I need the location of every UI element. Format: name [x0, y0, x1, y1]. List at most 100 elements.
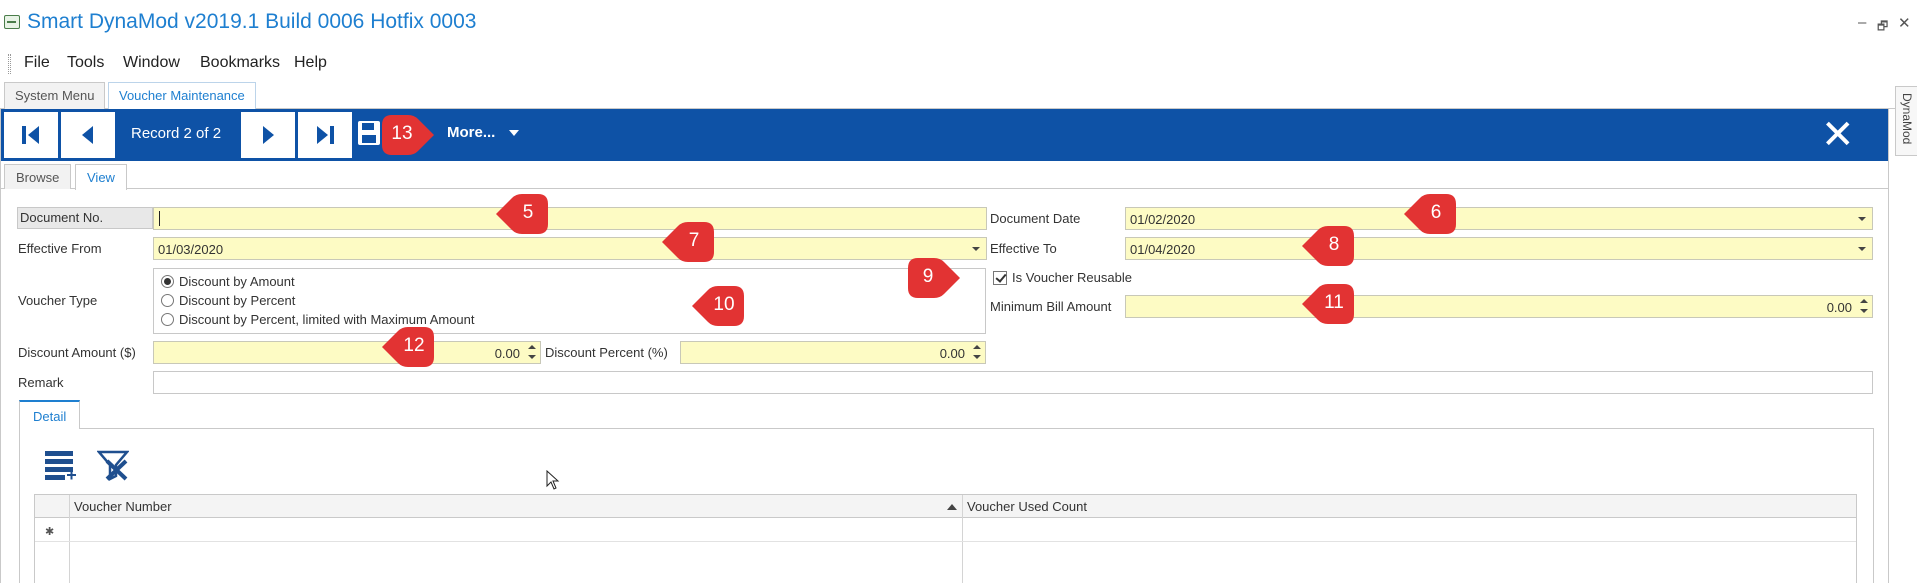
- callout-6: 6: [1402, 192, 1458, 236]
- sort-ascending-icon: [947, 504, 957, 510]
- radio-icon: [161, 294, 174, 307]
- first-record-icon: [22, 126, 39, 144]
- remark-label: Remark: [18, 375, 64, 390]
- tab-view[interactable]: View: [75, 164, 127, 190]
- save-button[interactable]: [357, 120, 381, 146]
- radio-label: Discount by Percent: [179, 293, 296, 308]
- chevron-down-icon[interactable]: [1858, 247, 1866, 251]
- checkbox-icon: [993, 270, 1007, 285]
- minimum-bill-amount-label: Minimum Bill Amount: [990, 299, 1112, 314]
- callout-number: 6: [1430, 202, 1442, 223]
- clear-filter-button[interactable]: [96, 449, 130, 482]
- discount-amount-label: Discount Amount ($): [18, 345, 136, 360]
- menu-window[interactable]: Window: [123, 54, 180, 72]
- side-panel-tab[interactable]: DynaMod: [1895, 86, 1917, 156]
- callout-8: 8: [1300, 224, 1356, 268]
- menu-file[interactable]: File: [24, 54, 50, 72]
- is-voucher-reusable-checkbox[interactable]: Is Voucher Reusable: [993, 270, 1132, 285]
- add-rows-icon: [45, 451, 76, 480]
- remark-field[interactable]: [153, 371, 1873, 394]
- discount-amount-value: 0.00: [494, 346, 520, 361]
- radio-icon: [161, 275, 174, 288]
- frame-left: [0, 108, 1, 583]
- new-row-indicator: ✱: [45, 526, 55, 538]
- next-record-icon: [263, 126, 274, 144]
- callout-number: 5: [522, 202, 534, 223]
- tab-voucher-maintenance[interactable]: Voucher Maintenance: [108, 82, 256, 110]
- clear-filter-icon: [96, 450, 130, 482]
- radio-label: Discount by Amount: [179, 274, 295, 289]
- callout-9: 9: [906, 256, 962, 300]
- is-voucher-reusable-label: Is Voucher Reusable: [1012, 270, 1132, 285]
- previous-record-button[interactable]: [61, 112, 115, 158]
- tab-system-menu[interactable]: System Menu: [4, 82, 106, 109]
- text-cursor: [159, 211, 160, 226]
- document-no-field[interactable]: [153, 207, 987, 230]
- record-navigator: Record 2 of 2 More... ✕: [1, 109, 1888, 161]
- grid-row-divider: [35, 541, 1856, 542]
- menu-help[interactable]: Help: [294, 54, 327, 72]
- callout-13: 13: [380, 113, 436, 157]
- callout-number: 11: [1324, 292, 1344, 313]
- tab-browse[interactable]: Browse: [4, 164, 72, 189]
- grid-col-divider: [69, 495, 70, 583]
- menu-tools[interactable]: Tools: [67, 54, 104, 72]
- discount-percent-label: Discount Percent (%): [545, 345, 668, 360]
- mouse-cursor-icon: [546, 469, 560, 490]
- document-no-label: Document No.: [17, 207, 153, 229]
- callout-7: 7: [660, 220, 716, 264]
- column-voucher-number[interactable]: Voucher Number: [74, 499, 172, 514]
- more-dropdown-icon[interactable]: [509, 130, 519, 136]
- callout-number: 9: [922, 266, 934, 287]
- side-panel-label: DynaMod: [1900, 93, 1914, 145]
- add-rows-button[interactable]: [44, 449, 76, 481]
- chevron-down-icon[interactable]: [972, 247, 980, 251]
- window-title: Smart DynaMod v2019.1 Build 0006 Hotfix …: [27, 10, 477, 33]
- title-bar: Smart DynaMod v2019.1 Build 0006 Hotfix …: [0, 0, 1917, 50]
- minimum-bill-amount-field[interactable]: 0.00: [1125, 295, 1873, 318]
- last-record-button[interactable]: [298, 112, 352, 158]
- effective-from-label: Effective From: [18, 241, 102, 256]
- effective-to-value: 01/04/2020: [1130, 242, 1196, 257]
- first-record-button[interactable]: [4, 112, 58, 158]
- more-button[interactable]: More...: [447, 124, 495, 141]
- menu-grip: [8, 54, 11, 74]
- voucher-type-radio-group: Discount by Amount Discount by Percent D…: [153, 268, 986, 334]
- save-icon: [358, 121, 380, 145]
- last-record-icon: [317, 126, 334, 144]
- spin-icon[interactable]: [528, 344, 537, 362]
- grid-col-divider: [962, 495, 963, 583]
- callout-number: 8: [1328, 234, 1340, 255]
- discount-percent-field[interactable]: 0.00: [680, 341, 986, 364]
- effective-from-field[interactable]: 01/03/2020: [153, 237, 987, 260]
- chevron-down-icon[interactable]: [1858, 217, 1866, 221]
- callout-12: 12: [380, 325, 436, 369]
- discount-percent-value: 0.00: [939, 346, 965, 361]
- radio-discount-by-percent[interactable]: Discount by Percent: [161, 293, 295, 308]
- previous-record-icon: [82, 126, 93, 144]
- effective-from-value: 01/03/2020: [158, 242, 224, 257]
- document-date-value: 01/02/2020: [1130, 212, 1196, 227]
- record-position: Record 2 of 2: [131, 125, 222, 142]
- frame-right: [1888, 108, 1889, 583]
- sub-tab-divider: [1, 188, 1888, 189]
- callout-number: 10: [713, 294, 735, 315]
- callout-number: 7: [688, 230, 700, 251]
- tab-detail[interactable]: Detail: [19, 400, 81, 429]
- next-record-button[interactable]: [241, 112, 295, 158]
- close-form-icon[interactable]: ✕: [1821, 113, 1855, 157]
- menu-bookmarks[interactable]: Bookmarks: [200, 54, 280, 72]
- column-voucher-used-count[interactable]: Voucher Used Count: [967, 499, 1087, 514]
- effective-to-field[interactable]: 01/04/2020: [1125, 237, 1873, 260]
- spin-icon[interactable]: [973, 344, 982, 362]
- document-date-field[interactable]: 01/02/2020: [1125, 207, 1873, 230]
- radio-discount-by-amount[interactable]: Discount by Amount: [161, 274, 295, 289]
- radio-icon: [161, 313, 174, 326]
- close-window-icon[interactable]: ✕: [1898, 14, 1911, 32]
- discount-amount-field[interactable]: 0.00: [153, 341, 541, 364]
- restore-icon[interactable]: 🗗: [1877, 17, 1888, 38]
- minimize-icon[interactable]: –: [1858, 14, 1866, 31]
- spin-icon[interactable]: [1860, 298, 1869, 316]
- effective-to-label: Effective To: [990, 241, 1057, 256]
- voucher-type-label: Voucher Type: [18, 293, 98, 308]
